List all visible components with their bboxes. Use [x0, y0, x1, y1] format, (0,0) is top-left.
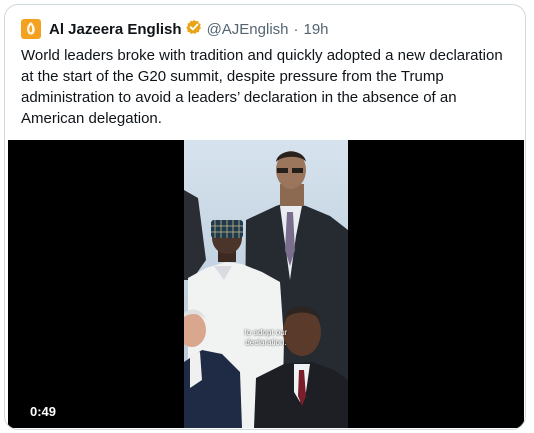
video-frame: to adopt our declaration. — [184, 140, 348, 428]
video-player[interactable]: to adopt our declaration. 0:49 — [8, 140, 524, 428]
time-separator: · — [293, 20, 299, 38]
tweet-text: World leaders broke with tradition and q… — [21, 47, 503, 127]
tweet-card[interactable]: Al Jazeera English @AJEnglish · 19h Worl… — [4, 4, 526, 430]
tweet-timestamp[interactable]: 19h — [304, 21, 329, 38]
al-jazeera-logo-icon — [27, 22, 35, 35]
author-name[interactable]: Al Jazeera English — [49, 21, 182, 38]
author-handle[interactable]: @AJEnglish — [207, 21, 289, 38]
verified-badge-icon — [185, 19, 202, 40]
video-caption-overlay: to adopt our declaration. — [244, 328, 288, 347]
avatar[interactable] — [21, 19, 41, 39]
video-still — [184, 151, 348, 428]
tweet-header: Al Jazeera English @AJEnglish · 19h — [21, 17, 329, 41]
video-duration: 0:49 — [30, 404, 57, 419]
